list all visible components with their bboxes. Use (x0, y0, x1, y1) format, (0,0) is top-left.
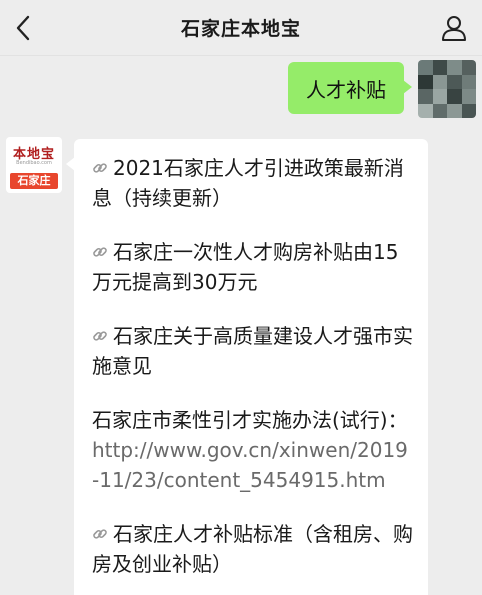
article-link-text: 石家庄关于高质量建设人才强市实施意见 (92, 324, 413, 378)
policy-text-item: 石家庄市柔性引才实施办法(试行)： http://www.gov.cn/xinw… (92, 405, 414, 495)
sent-message-row: 人才补贴 (288, 60, 476, 120)
chat-header: 石家庄本地宝 (0, 0, 482, 56)
article-link-text: 2021石家庄人才引进政策最新消息（持续更新） (92, 156, 404, 210)
sent-message-bubble[interactable]: 人才补贴 (288, 62, 412, 114)
bendibao-avatar[interactable]: 本地宝 Bendibao.com 石家庄 (6, 137, 62, 193)
avatar-logo-city: 石家庄 (10, 173, 58, 189)
article-link-3[interactable]: 石家庄关于高质量建设人才强市实施意见 (92, 321, 414, 381)
article-link-5[interactable]: 石家庄人才补贴标准（含租房、购房及创业补贴） (92, 519, 414, 579)
link-icon (93, 529, 107, 539)
person-icon (442, 16, 466, 41)
avatar-logo-domain: Bendibao.com (16, 160, 52, 166)
link-icon (93, 163, 107, 173)
policy-text: 石家庄市柔性引才实施办法(试行)： (92, 408, 408, 432)
article-link-text: 石家庄人才补贴标准（含租房、购房及创业补贴） (92, 522, 413, 576)
chat-title: 石家庄本地宝 (180, 18, 301, 40)
article-link-1[interactable]: 2021石家庄人才引进政策最新消息（持续更新） (92, 153, 414, 213)
my-avatar[interactable] (418, 60, 476, 118)
policy-url-link[interactable]: http://www.gov.cn/xinwen/2019-11/23/cont… (92, 438, 408, 492)
link-icon (93, 247, 107, 257)
received-message-bubble: 2021石家庄人才引进政策最新消息（持续更新） 石家庄一次性人才购房补贴由15万… (74, 139, 428, 595)
article-link-2[interactable]: 石家庄一次性人才购房补贴由15万元提高到30万元 (92, 237, 414, 297)
article-link-text: 石家庄一次性人才购房补贴由15万元提高到30万元 (92, 240, 399, 294)
chat-info-button[interactable] (438, 12, 470, 44)
link-icon (93, 331, 107, 341)
